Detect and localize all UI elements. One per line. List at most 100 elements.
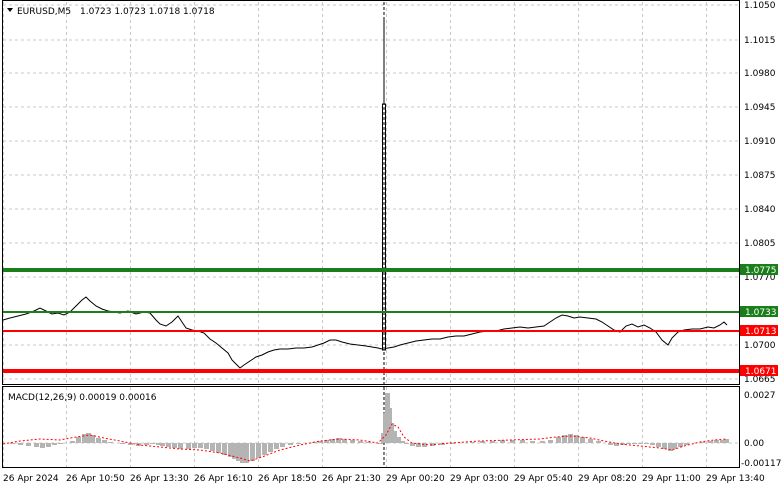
macd-bar — [166, 443, 171, 447]
level-badge-text: 1.0713 — [745, 327, 777, 337]
macd-bar — [638, 443, 643, 444]
price-line — [2, 296, 728, 369]
macd-bar — [626, 443, 631, 444]
time-tick: 29 Apr 03:00 — [450, 474, 509, 484]
macd-bar — [656, 443, 661, 447]
macd-bar — [608, 443, 613, 445]
macd-bar — [150, 443, 155, 444]
time-tick: 29 Apr 00:20 — [386, 474, 445, 484]
macd-bar — [108, 442, 113, 443]
macd-bar — [18, 443, 23, 445]
macd-bar — [268, 443, 273, 452]
level-lines[interactable] — [3, 268, 739, 373]
macd-bar — [26, 443, 31, 446]
macd-bar — [470, 442, 475, 443]
macd-bar — [40, 443, 45, 448]
time-tick: 26 Apr 13:30 — [130, 474, 189, 484]
time-tick: 26 Apr 16:10 — [194, 474, 253, 484]
macd-bar — [178, 443, 183, 449]
macd-bar — [632, 443, 637, 444]
time-tick: 29 Apr 11:00 — [642, 474, 701, 484]
macd-bar — [540, 441, 545, 443]
dropdown-triangle-icon[interactable] — [7, 8, 13, 12]
price-tick: 1.0945 — [744, 103, 776, 113]
macd-bar — [198, 443, 203, 448]
macd-bar — [120, 443, 125, 444]
macd-bar — [10, 443, 15, 444]
trading-chart[interactable]: EURUSD,M5 1.0723 1.0723 1.0718 1.0718 MA… — [0, 0, 781, 489]
price-tick: 1.0875 — [744, 171, 776, 181]
macd-bar — [714, 440, 719, 443]
macd-bar — [216, 443, 221, 453]
macd-bar — [76, 437, 81, 443]
macd-bar — [548, 440, 553, 443]
macd-bar — [378, 443, 383, 444]
macd-axis: 0.0027 0.00 -0.00117 — [741, 391, 781, 469]
macd-bar — [192, 443, 197, 448]
time-axis: 26 Apr 2024 26 Apr 10:50 26 Apr 13:30 26… — [3, 474, 765, 484]
price-tick: 1.0700 — [744, 341, 776, 351]
macd-bar — [250, 443, 255, 461]
macd-bar — [678, 443, 683, 447]
macd-bar — [144, 443, 149, 445]
macd-bar — [34, 443, 39, 447]
level-badge-text: 1.0733 — [745, 308, 777, 318]
price-tick: 1.1050 — [744, 1, 776, 11]
macd-tick: -0.00117 — [741, 459, 781, 469]
price-tick: 1.0980 — [744, 69, 776, 79]
macd-bar — [274, 443, 279, 449]
macd-bar — [102, 440, 107, 443]
time-tick: 26 Apr 18:50 — [258, 474, 317, 484]
price-tick: 1.0840 — [744, 205, 776, 215]
macd-tick: 0.00 — [744, 439, 764, 449]
macd-bar — [596, 441, 601, 443]
price-tick: 1.1015 — [744, 36, 776, 46]
macd-bar — [280, 443, 285, 447]
macd-bar — [580, 437, 585, 443]
ohlc-values: 1.0723 1.0723 1.0718 1.0718 — [80, 7, 215, 17]
macd-bar — [530, 441, 535, 443]
time-tick: 26 Apr 10:50 — [66, 474, 125, 484]
macd-bar — [588, 439, 593, 443]
time-tick: 26 Apr 21:30 — [322, 474, 381, 484]
macd-bar — [490, 441, 495, 443]
macd-bar — [296, 443, 301, 444]
macd-bar — [210, 443, 215, 451]
macd-bar — [358, 441, 363, 443]
macd-bar — [262, 443, 267, 455]
macd-tick: 0.0027 — [744, 391, 776, 401]
time-tick: 29 Apr 08:20 — [578, 474, 637, 484]
time-tick: 29 Apr 13:40 — [706, 474, 765, 484]
price-tick: 1.0805 — [744, 239, 776, 249]
time-tick: 29 Apr 05:40 — [514, 474, 573, 484]
main-panel-border — [2, 0, 740, 385]
price-tick: 1.0910 — [744, 137, 776, 147]
macd-bar — [556, 437, 561, 443]
macd-bar — [288, 443, 293, 445]
macd-bar — [70, 441, 75, 443]
macd-bar — [52, 443, 57, 445]
chart-header: EURUSD,M5 1.0723 1.0723 1.0718 1.0718 — [7, 7, 215, 17]
macd-label: MACD(12,26,9) 0.00019 0.00016 — [8, 393, 157, 403]
macd-bar — [46, 443, 51, 447]
macd-bar — [172, 443, 177, 448]
macd-bar — [520, 440, 525, 443]
macd-bar — [644, 443, 649, 444]
macd-bar — [186, 443, 191, 449]
time-tick: 26 Apr 2024 — [3, 474, 59, 484]
macd-bar — [568, 434, 573, 443]
macd-bar — [58, 443, 63, 444]
symbol-label: EURUSD,M5 — [17, 7, 71, 17]
macd-bar — [400, 441, 405, 443]
level-badge-text: 1.0671 — [745, 367, 777, 377]
macd-bar — [650, 443, 655, 445]
macd-bar — [256, 443, 261, 458]
macd-bar — [350, 440, 355, 443]
macd-bar — [160, 443, 165, 446]
macd-histogram — [10, 393, 729, 463]
level-badge-text: 1.0775 — [745, 266, 777, 276]
macd-bar — [404, 443, 409, 444]
macd-bar — [204, 443, 209, 449]
macd-bar — [708, 441, 713, 443]
macd-bar — [96, 438, 101, 443]
